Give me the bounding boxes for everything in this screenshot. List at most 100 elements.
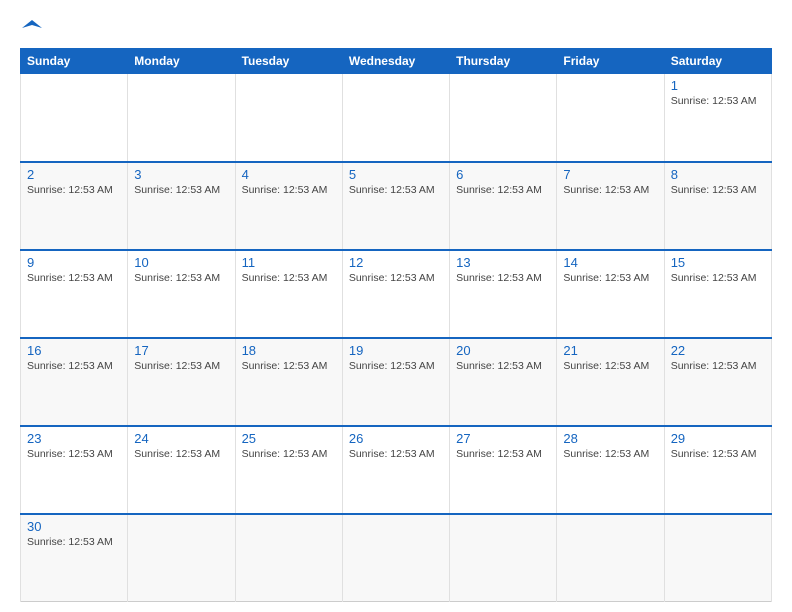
calendar-cell: 8Sunrise: 12:53 AM xyxy=(664,162,771,250)
day-number: 25 xyxy=(242,431,336,446)
calendar-cell: 26 Sunrise: 12:53 AM xyxy=(342,426,449,514)
calendar-cell: 19Sunrise: 12:53 AM xyxy=(342,338,449,426)
day-sunrise: Sunrise: 12:53 AM xyxy=(456,360,542,372)
day-sunrise: Sunrise: 12:53 AM xyxy=(456,448,542,460)
header xyxy=(20,20,772,36)
day-number: 26 xyxy=(349,431,443,446)
calendar-cell xyxy=(21,74,128,162)
calendar-week-4: 16Sunrise: 12:53 AM17Sunrise: 12:53 AM18… xyxy=(21,338,772,426)
calendar-cell: 11Sunrise: 12:53 AM xyxy=(235,250,342,338)
calendar-cell xyxy=(450,514,557,602)
calendar-cell: 4Sunrise: 12:53 AM xyxy=(235,162,342,250)
day-number: 3 xyxy=(134,167,228,182)
day-sunrise: Sunrise: 12:53 AM xyxy=(563,448,649,460)
calendar-cell: 21Sunrise: 12:53 AM xyxy=(557,338,664,426)
day-number: 20 xyxy=(456,343,550,358)
calendar-cell: 16 Sunrise: 12:53 AM xyxy=(21,338,128,426)
day-sunrise: Sunrise: 12:53 AM xyxy=(563,360,649,372)
day-number: 5 xyxy=(349,167,443,182)
day-number: 27 xyxy=(456,431,550,446)
calendar-cell: 10Sunrise: 12:53 AM xyxy=(128,250,235,338)
day-sunrise: Sunrise: 12:53 AM xyxy=(671,360,757,372)
day-number: 24 xyxy=(134,431,228,446)
calendar-cell: 9Sunrise: 12:53 AM xyxy=(21,250,128,338)
calendar-week-2: 2Sunrise: 12:53 AM3Sunrise: 12:53 AM4Sun… xyxy=(21,162,772,250)
day-number: 9 xyxy=(27,255,121,270)
header-wednesday: Wednesday xyxy=(342,49,449,74)
day-sunrise: Sunrise: 12:53 AM xyxy=(671,448,757,460)
calendar-cell: 24Sunrise: 12:53 AM xyxy=(128,426,235,514)
day-sunrise: Sunrise: 12:53 AM xyxy=(349,360,435,372)
day-sunrise: Sunrise: 12:53 AM xyxy=(242,272,328,284)
day-number: 17 xyxy=(134,343,228,358)
calendar-cell: 3 Sunrise: 12:53 AM xyxy=(128,162,235,250)
day-sunrise: Sunrise: 12:53 AM xyxy=(671,95,757,107)
header-sunday: Sunday xyxy=(21,49,128,74)
calendar-week-5: 23Sunrise: 12:53 AM24Sunrise: 12:53 AM25… xyxy=(21,426,772,514)
day-number: 10 xyxy=(134,255,228,270)
day-sunrise: Sunrise: 12:53 AM xyxy=(349,184,435,196)
calendar-cell xyxy=(342,74,449,162)
calendar-week-1: 1 Sunrise: 12:53 AM xyxy=(21,74,772,162)
calendar-cell: 23Sunrise: 12:53 AM xyxy=(21,426,128,514)
day-number: 14 xyxy=(563,255,657,270)
header-thursday: Thursday xyxy=(450,49,557,74)
day-number: 7 xyxy=(563,167,657,182)
calendar-cell: 29Sunrise: 12:53 AM xyxy=(664,426,771,514)
day-sunrise: Sunrise: 12:53 AM xyxy=(563,272,649,284)
day-number: 15 xyxy=(671,255,765,270)
day-sunrise: Sunrise: 12:53 AM xyxy=(349,272,435,284)
day-sunrise: Sunrise: 12:53 AM xyxy=(456,272,542,284)
calendar-cell: 25 Sunrise: 12:53 AM xyxy=(235,426,342,514)
calendar-cell xyxy=(664,514,771,602)
day-sunrise: Sunrise: 12:53 AM xyxy=(134,184,220,196)
calendar-cell: 15Sunrise: 12:53 AM xyxy=(664,250,771,338)
calendar-cell xyxy=(128,74,235,162)
header-friday: Friday xyxy=(557,49,664,74)
header-monday: Monday xyxy=(128,49,235,74)
header-saturday: Saturday xyxy=(664,49,771,74)
calendar-header-row: SundayMondayTuesdayWednesdayThursdayFrid… xyxy=(21,49,772,74)
calendar-cell xyxy=(557,74,664,162)
day-sunrise: Sunrise: 12:53 AM xyxy=(671,184,757,196)
calendar-cell xyxy=(235,514,342,602)
calendar-cell: 20 Sunrise: 12:53 AM xyxy=(450,338,557,426)
day-sunrise: Sunrise: 12:53 AM xyxy=(27,360,113,372)
calendar-cell: 6Sunrise: 12:53 AM xyxy=(450,162,557,250)
day-number: 16 xyxy=(27,343,121,358)
day-sunrise: Sunrise: 12:53 AM xyxy=(349,448,435,460)
day-sunrise: Sunrise: 12:53 AM xyxy=(242,360,328,372)
calendar-cell: 28Sunrise: 12:53 AM xyxy=(557,426,664,514)
page: SundayMondayTuesdayWednesdayThursdayFrid… xyxy=(0,0,792,612)
calendar-cell: 18 Sunrise: 12:53 AM xyxy=(235,338,342,426)
day-number: 30 xyxy=(27,519,121,534)
calendar-cell: 7 Sunrise: 12:53 AM xyxy=(557,162,664,250)
day-sunrise: Sunrise: 12:53 AM xyxy=(27,448,113,460)
calendar-cell xyxy=(557,514,664,602)
day-sunrise: Sunrise: 12:53 AM xyxy=(27,184,113,196)
calendar-cell: 1 Sunrise: 12:53 AM xyxy=(664,74,771,162)
calendar-cell: 27 Sunrise: 12:53 AM xyxy=(450,426,557,514)
day-number: 1 xyxy=(671,78,765,93)
calendar-table: SundayMondayTuesdayWednesdayThursdayFrid… xyxy=(20,48,772,602)
calendar-week-3: 9Sunrise: 12:53 AM10Sunrise: 12:53 AM11S… xyxy=(21,250,772,338)
logo xyxy=(20,20,42,36)
calendar-cell xyxy=(450,74,557,162)
calendar-cell xyxy=(235,74,342,162)
day-sunrise: Sunrise: 12:53 AM xyxy=(563,184,649,196)
day-sunrise: Sunrise: 12:53 AM xyxy=(242,448,328,460)
day-number: 6 xyxy=(456,167,550,182)
day-sunrise: Sunrise: 12:53 AM xyxy=(242,184,328,196)
calendar-cell: 13 Sunrise: 12:53 AM xyxy=(450,250,557,338)
calendar-cell: 17 Sunrise: 12:53 AM xyxy=(128,338,235,426)
calendar-cell: 30Sunrise: 12:53 AM xyxy=(21,514,128,602)
calendar-week-6: 30Sunrise: 12:53 AM xyxy=(21,514,772,602)
calendar-cell: 2Sunrise: 12:53 AM xyxy=(21,162,128,250)
day-number: 13 xyxy=(456,255,550,270)
day-sunrise: Sunrise: 12:53 AM xyxy=(134,360,220,372)
day-number: 18 xyxy=(242,343,336,358)
calendar-cell: 14 Sunrise: 12:53 AM xyxy=(557,250,664,338)
calendar-cell: 12Sunrise: 12:53 AM xyxy=(342,250,449,338)
calendar-cell: 22Sunrise: 12:53 AM xyxy=(664,338,771,426)
header-tuesday: Tuesday xyxy=(235,49,342,74)
